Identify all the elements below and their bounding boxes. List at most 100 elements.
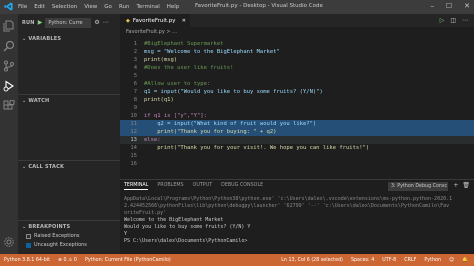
more-actions-icon[interactable]: ⋯ — [462, 17, 468, 24]
run-debug-icon[interactable] — [3, 80, 15, 92]
run-label: RUN — [22, 19, 35, 26]
menu-edit[interactable]: Edit — [34, 4, 45, 10]
explorer-icon[interactable] — [3, 20, 15, 32]
problems-count[interactable]: ⊗ 0 ⚠ 0 — [58, 258, 77, 263]
checkbox[interactable] — [26, 233, 31, 239]
encoding[interactable]: UTF-8 — [382, 258, 396, 263]
menu-run[interactable]: Run — [119, 4, 130, 10]
terminal-line: Y — [124, 231, 128, 237]
code-line: 5 — [133, 73, 137, 79]
cursor-position[interactable]: Ln 13, Col 6 (28 selected) — [281, 258, 343, 263]
terminal-line: 2.424452566\pythonFiles\lib\python\debug… — [124, 203, 450, 209]
menu-file[interactable]: File — [18, 4, 27, 10]
window-controls: – ☐ ✕ — [430, 2, 470, 10]
code-line: 2 msg = "Welcome to the BigElephant Marke… — [133, 49, 280, 55]
watch-header-label: WATCH — [28, 98, 50, 104]
split-editor-icon[interactable]: ◫ — [450, 17, 456, 24]
source-control-icon[interactable] — [3, 60, 15, 72]
breakpoints-section-header[interactable]: ⌄ BREAKPOINTS — [22, 224, 70, 230]
menu-view[interactable]: View — [84, 4, 97, 10]
python-interpreter[interactable]: Python 3.8.1 64-bit — [4, 258, 50, 263]
breakpoint-uncaught-exceptions[interactable]: Uncaught Exceptions — [26, 242, 87, 248]
code-line: 1 #BigElephant Supermarket — [133, 41, 224, 47]
search-icon[interactable] — [3, 40, 15, 52]
tab-problems[interactable]: PROBLEMS — [157, 183, 183, 190]
notifications-icon[interactable]: 🔔 — [462, 258, 468, 263]
breakpoint-label: Raised Exceptions — [34, 233, 80, 239]
tab-terminal[interactable]: TERMINAL — [124, 183, 149, 190]
code-line: 14 print("Thank you for your visit!. We … — [130, 145, 370, 151]
debug-config-status[interactable]: Python: Current File (PythonCamilo) — [85, 258, 171, 263]
vscode-logo-icon — [4, 2, 13, 11]
settings-gear-icon[interactable] — [3, 236, 15, 248]
watch-section-header[interactable]: ⌄ WATCH — [22, 98, 49, 104]
status-left: Python 3.8.1 64-bit ⊗ 0 ⚠ 0 Python: Curr… — [4, 258, 171, 263]
code-line: 16 — [130, 161, 137, 167]
language-mode[interactable]: Python — [424, 258, 441, 263]
menu-bar: File Edit Selection View Go Run Terminal… — [18, 4, 179, 10]
code-line: 10 if q1 is ["y","Y"]: — [130, 113, 207, 119]
editor-actions: ▷ ◫ ⋯ — [440, 17, 468, 24]
settings-icon[interactable]: ⚙ — [94, 19, 99, 26]
tab-favoritefruit[interactable]: ◆ FavoriteFruit.py ✕ — [120, 14, 190, 27]
terminal-line: Welcome to the BigElephant Market — [124, 217, 224, 223]
section-divider — [18, 160, 120, 161]
section-divider — [18, 94, 120, 95]
terminal-line: Would you like to buy some fruits? (Y/N)… — [124, 224, 251, 230]
debug-config-select[interactable]: Python: Curre — [45, 17, 92, 28]
terminal-select[interactable]: 3: Python Debug Consc — [388, 182, 448, 191]
tab-output[interactable]: OUTPUT — [193, 183, 213, 190]
code-line-selected: 11 q2 = input("What kind of fruit would … — [120, 120, 474, 128]
close-tab-icon[interactable]: ✕ — [182, 18, 186, 24]
code-line-current: 13 else: — [120, 136, 474, 144]
menu-help[interactable]: Help — [167, 4, 180, 10]
tab-label: FavoriteFruit.py — [132, 17, 176, 24]
debug-sidebar: RUN ▶ Python: Curre ⚙ ⋯ ⌄ VARIABLES ⌄ WA… — [18, 14, 120, 254]
menu-terminal[interactable]: Terminal — [136, 4, 159, 10]
callstack-header-label: CALL STACK — [28, 164, 65, 170]
variables-section-header[interactable]: ⌄ VARIABLES — [22, 36, 61, 42]
terminal-line: AppData\Local\Programs\Python\Python38\p… — [124, 196, 453, 202]
more-actions-icon[interactable]: ⋯ — [103, 19, 109, 26]
code-line: 6 #Allow user to type: — [133, 81, 211, 87]
variables-header-label: VARIABLES — [28, 36, 62, 42]
activity-bar — [0, 14, 18, 254]
menu-go[interactable]: Go — [104, 4, 112, 10]
code-line: 7 q1 = input("Would you like to buy some … — [133, 89, 323, 95]
run-file-icon[interactable]: ▷ — [440, 17, 445, 24]
minimize-icon[interactable]: – — [430, 2, 434, 10]
checkbox[interactable] — [26, 242, 31, 248]
section-divider — [18, 220, 120, 221]
close-icon[interactable]: ✕ — [464, 2, 470, 10]
line-ending[interactable]: CRLF — [404, 258, 416, 263]
terminal-line: oriteFruit.py' — [124, 210, 167, 216]
title-bar: File Edit Selection View Go Run Terminal… — [0, 0, 474, 14]
python-file-icon: ◆ — [126, 17, 130, 24]
code-line: 8 print(q1) — [133, 97, 174, 103]
callstack-section-header[interactable]: ⌄ CALL STACK — [22, 164, 64, 170]
start-debugging-icon[interactable]: ▶ — [38, 19, 43, 26]
code-editor[interactable]: 1 #BigElephant Supermarket 2 msg = "Welcom… — [120, 35, 474, 177]
status-right: Ln 13, Col 6 (28 selected) Spaces: 4 UTF… — [281, 258, 468, 263]
add-terminal-icon[interactable]: + — [453, 182, 458, 189]
code-line: 3 print(msg) — [133, 57, 178, 63]
menu-selection[interactable]: Selection — [52, 4, 77, 10]
tab-debug-console[interactable]: DEBUG CONSOLE — [221, 183, 263, 190]
status-bar: Python 3.8.1 64-bit ⊗ 0 ⚠ 0 Python: Curr… — [0, 254, 474, 266]
code-line: 4 #Does the user like fruits! — [133, 65, 234, 71]
code-line-selected: 12 print("Thank you for buying: " + q2) — [120, 128, 474, 136]
maximize-icon[interactable]: ☐ — [446, 2, 452, 10]
code-line: 15 — [130, 153, 137, 159]
bottom-panel: TERMINAL PROBLEMS OUTPUT DEBUG CONSOLE 3… — [120, 179, 474, 254]
breakpoints-header-label: BREAKPOINTS — [28, 224, 71, 230]
extensions-icon[interactable] — [3, 100, 15, 112]
breakpoint-raised-exceptions[interactable]: Raised Exceptions — [26, 233, 79, 239]
window-title: FavoriteFruit.py - Desktop - Visual Stud… — [195, 3, 323, 9]
terminal-prompt: PS C:\Users\dalex\Documents\PythonCamilo… — [124, 238, 248, 244]
kill-terminal-icon[interactable]: 🗑 — [462, 182, 470, 189]
feedback-icon[interactable]: ☺ — [449, 258, 454, 263]
breakpoint-label: Uncaught Exceptions — [34, 242, 87, 248]
editor-tab-bar: ◆ FavoriteFruit.py ✕ ▷ ◫ ⋯ — [120, 14, 474, 27]
terminal-output[interactable]: AppData\Local\Programs\Python\Python38\p… — [124, 196, 470, 245]
indentation[interactable]: Spaces: 4 — [351, 258, 374, 263]
